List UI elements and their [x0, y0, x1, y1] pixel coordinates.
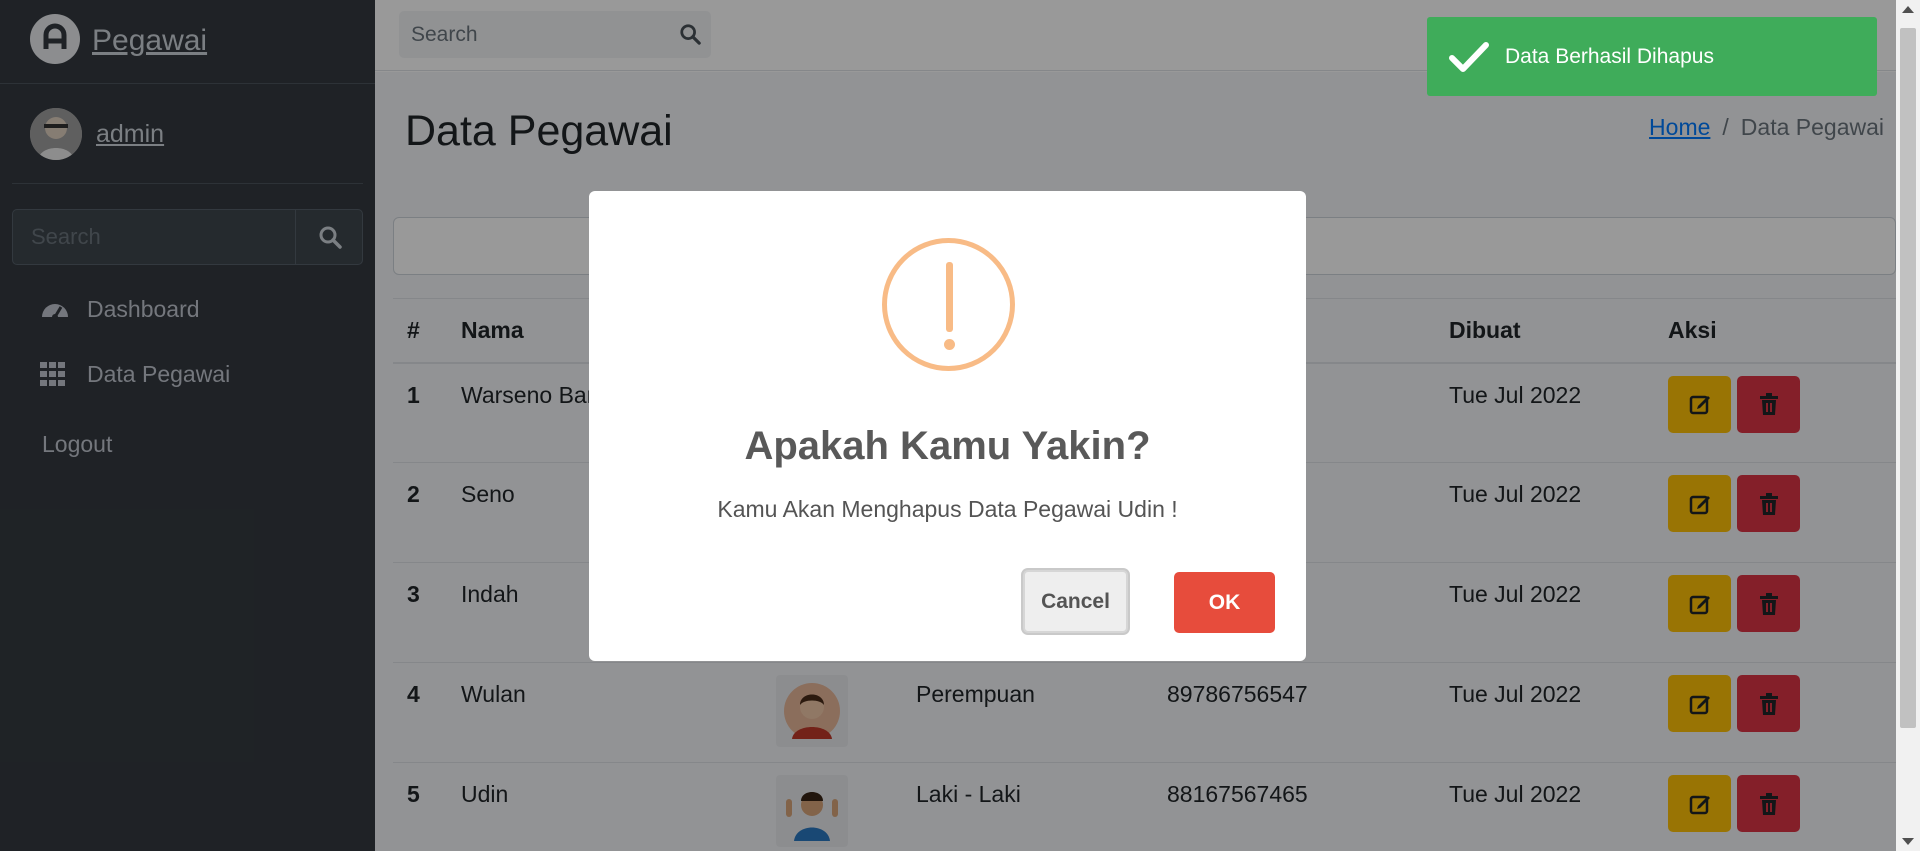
cancel-button[interactable]: Cancel: [1023, 570, 1128, 633]
scroll-down-icon[interactable]: [1902, 838, 1914, 845]
success-toast[interactable]: Data Berhasil Dihapus: [1427, 17, 1877, 96]
scroll-up-icon[interactable]: [1902, 6, 1914, 13]
page-scrollbar[interactable]: [1896, 0, 1920, 851]
checkmark-icon: [1449, 41, 1489, 73]
scroll-thumb[interactable]: [1900, 28, 1916, 728]
warning-icon-bar: [946, 262, 953, 332]
toast-message: Data Berhasil Dihapus: [1505, 44, 1714, 68]
dialog-title: Apakah Kamu Yakin?: [744, 424, 1151, 468]
confirm-dialog: Apakah Kamu Yakin? Kamu Akan Menghapus D…: [589, 191, 1306, 661]
ok-button[interactable]: OK: [1174, 572, 1275, 633]
warning-icon-dot: [944, 339, 955, 350]
dialog-message: Kamu Akan Menghapus Data Pegawai Udin !: [717, 496, 1178, 522]
warning-icon: [882, 238, 1015, 371]
